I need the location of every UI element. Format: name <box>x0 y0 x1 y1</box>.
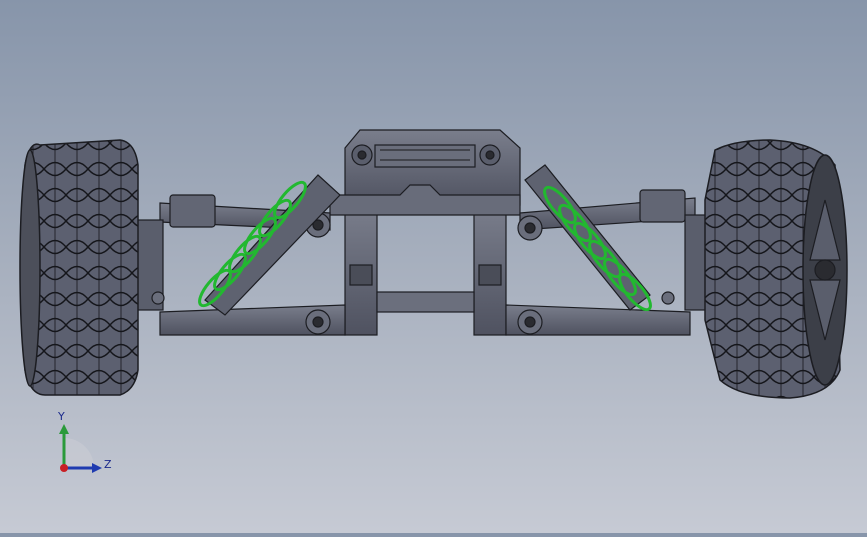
view-triad: Y Z <box>52 410 122 480</box>
chassis-bulkhead <box>329 184 521 336</box>
suspension-model[interactable] <box>0 0 867 533</box>
left-wheel <box>19 139 139 396</box>
right-wheel <box>704 139 848 399</box>
graphics-viewport[interactable]: Y Z <box>0 0 867 533</box>
triad-y-label: Y <box>58 410 65 423</box>
left-suspension <box>134 174 346 336</box>
triad-z-label: Z <box>104 458 112 471</box>
right-suspension <box>505 164 711 336</box>
